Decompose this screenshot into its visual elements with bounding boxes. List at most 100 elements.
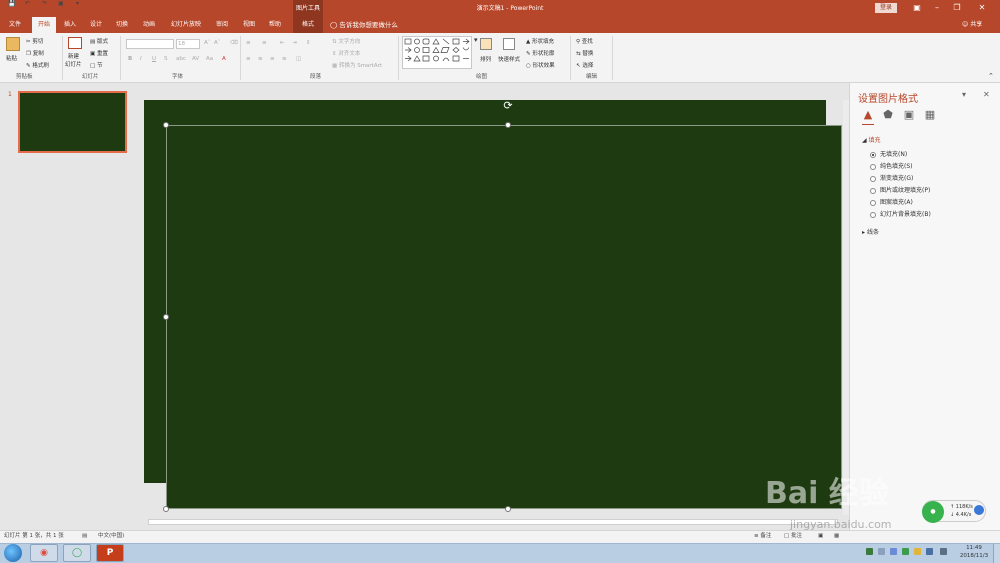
save-icon[interactable]: 💾 [8, 0, 15, 7]
find-button[interactable]: ⚲ 查找 [576, 37, 593, 45]
taskbar-app-browser-icon[interactable]: ◉ [30, 544, 58, 562]
picture-icon[interactable]: ▦ [923, 108, 937, 122]
quick-styles-icon[interactable] [503, 38, 515, 50]
shadow-button[interactable]: S [164, 56, 168, 62]
increase-indent-icon[interactable]: ⇥ [292, 40, 297, 46]
tray-icon[interactable] [878, 548, 885, 555]
tray-icon[interactable] [902, 548, 909, 555]
quick-styles-button[interactable]: 快速样式 [498, 55, 520, 63]
spell-check-icon[interactable]: ▤ [82, 531, 87, 542]
text-direction-button[interactable]: ⇅ 文字方向 [332, 37, 360, 45]
underline-button[interactable]: U [152, 56, 156, 62]
fill-option-slide-background[interactable]: 幻灯片背景填充(B) [870, 209, 931, 218]
tab-help[interactable]: 帮助 [263, 17, 287, 33]
paste-icon[interactable] [6, 37, 20, 51]
tab-transitions[interactable]: 切换 [110, 17, 134, 33]
bold-button[interactable]: B [128, 56, 132, 62]
align-left-icon[interactable]: ≡ [246, 56, 251, 62]
grow-font-icon[interactable]: Aˆ [204, 40, 211, 46]
fill-section-header[interactable]: ◢ 填充 [862, 135, 881, 144]
rotate-handle-icon[interactable]: ⟳ [502, 100, 514, 112]
font-color-icon[interactable]: A [222, 56, 226, 62]
radio[interactable] [870, 187, 876, 194]
slide-thumbnail[interactable] [18, 91, 127, 153]
section-button[interactable]: □ 节 [90, 61, 102, 69]
pane-options-icon[interactable]: ▾ [962, 90, 966, 99]
align-right-icon[interactable]: ≡ [270, 56, 275, 62]
horizontal-scrollbar[interactable] [138, 517, 849, 527]
selected-picture[interactable] [166, 125, 842, 509]
tab-slideshow[interactable]: 幻灯片放映 [166, 17, 206, 33]
notes-button[interactable]: ≡ 备注 [754, 531, 771, 542]
radio[interactable] [870, 163, 876, 170]
layout-button[interactable]: ▤ 版式 [90, 37, 108, 45]
italic-button[interactable]: I [140, 56, 142, 62]
line-section-header[interactable]: ▸ 线条 [862, 227, 879, 236]
fill-option-pattern[interactable]: 图案填充(A) [870, 197, 913, 206]
tab-home[interactable]: 开始 [32, 17, 56, 33]
tab-insert[interactable]: 插入 [58, 17, 82, 33]
shape-outline-button[interactable]: ✎ 形状轮廓 [526, 49, 554, 57]
arrange-icon[interactable] [480, 38, 492, 50]
columns-icon[interactable]: ◫ [296, 56, 301, 62]
shrink-font-icon[interactable]: Aˇ [214, 40, 221, 46]
new-slide-button[interactable]: 新建 [68, 52, 79, 60]
restore-icon[interactable]: ❐ [950, 2, 964, 14]
close-icon[interactable]: ✕ [975, 2, 989, 14]
fill-option-gradient[interactable]: 渐变填充(G) [870, 173, 913, 182]
cut-button[interactable]: ✂ 剪切 [26, 37, 43, 45]
format-painter-button[interactable]: ✎ 格式刷 [26, 61, 49, 69]
align-text-button[interactable]: ⇕ 对齐文本 [332, 49, 360, 57]
numbering-icon[interactable]: ≡ [262, 40, 267, 46]
normal-view-icon[interactable]: ▣ [818, 531, 823, 542]
paste-button[interactable]: 粘贴 [6, 54, 17, 62]
change-case-icon[interactable]: Aa [206, 56, 213, 62]
justify-icon[interactable]: ≡ [282, 56, 287, 62]
language-indicator[interactable]: 中文(中国) [98, 531, 124, 542]
char-spacing-icon[interactable]: AV [192, 56, 199, 62]
tab-view[interactable]: 视图 [237, 17, 261, 33]
font-name-combo[interactable] [126, 39, 174, 49]
tab-file[interactable]: 文件 [2, 17, 28, 33]
network-icon[interactable] [926, 548, 933, 555]
decrease-indent-icon[interactable]: ⇤ [280, 40, 285, 46]
tray-icon[interactable] [914, 548, 921, 555]
taskbar-app-360-icon[interactable]: ◯ [63, 544, 91, 562]
reset-button[interactable]: ▣ 重置 [90, 49, 108, 57]
clear-format-icon[interactable]: ⌫ [230, 40, 238, 46]
shape-effects-button[interactable]: ○ 形状效果 [526, 61, 555, 69]
comments-button[interactable]: □ 批注 [784, 531, 802, 542]
radio[interactable] [870, 199, 876, 206]
resize-handle-bottom[interactable] [505, 506, 511, 512]
pane-close-icon[interactable]: ✕ [983, 90, 990, 99]
show-desktop-button[interactable] [993, 544, 1000, 563]
undo-icon[interactable]: ↶ [25, 0, 30, 7]
copy-button[interactable]: ❐ 复制 [26, 49, 44, 57]
shapes-gallery[interactable] [402, 36, 472, 69]
radio-selected[interactable] [870, 151, 876, 158]
scrollbar-track[interactable] [148, 519, 838, 525]
shapes-more-icon[interactable]: ▾ [474, 36, 478, 44]
resize-handle-top[interactable] [505, 122, 511, 128]
radio[interactable] [870, 175, 876, 182]
tab-animations[interactable]: 动画 [136, 17, 162, 33]
minimize-icon[interactable]: – [930, 2, 944, 14]
strikethrough-icon[interactable]: abc [176, 56, 186, 62]
resize-handle-left[interactable] [163, 314, 169, 320]
shape-fill-button[interactable]: ▲ 形状填充 [526, 37, 554, 45]
tray-icon[interactable] [866, 548, 873, 555]
tray-icon[interactable] [890, 548, 897, 555]
align-center-icon[interactable]: ≡ [258, 56, 263, 62]
font-size-combo[interactable]: 18 [176, 39, 200, 49]
ribbon-display-icon[interactable]: ▣ [910, 2, 924, 14]
tab-review[interactable]: 审阅 [210, 17, 234, 33]
fill-option-solid[interactable]: 纯色填充(S) [870, 161, 913, 170]
resize-handle-top-left[interactable] [163, 122, 169, 128]
bullets-icon[interactable]: ≡ [246, 40, 251, 46]
new-slide-icon[interactable] [68, 37, 82, 49]
clock[interactable]: 11:49 2018/11/3 [958, 544, 990, 560]
replace-button[interactable]: ⇆ 替换 [576, 49, 593, 57]
taskbar-app-powerpoint-icon[interactable]: P [96, 544, 124, 562]
start-from-beginning-icon[interactable]: ▣ [58, 0, 64, 7]
login-button[interactable]: 登录 [875, 3, 897, 13]
